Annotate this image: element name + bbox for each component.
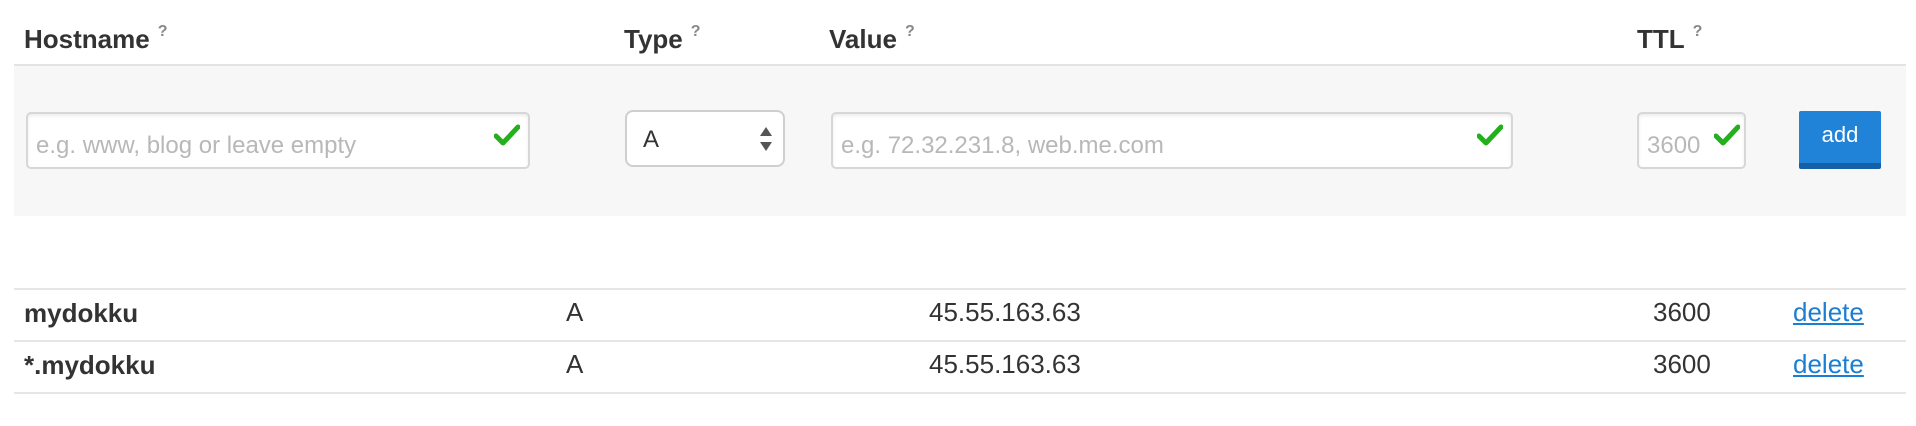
record-type: A (566, 349, 584, 379)
record-value: 45.55.163.63 (929, 349, 1081, 379)
record-type: A (566, 297, 584, 327)
column-header-hostname-label: Hostname (24, 24, 150, 54)
hostname-field (26, 112, 530, 169)
column-header-type-label: Type (624, 24, 683, 54)
add-record-button[interactable]: add (1799, 111, 1881, 169)
dns-records-panel: Hostname? Type? Value? TTL? A ad (0, 0, 1916, 426)
row-divider (14, 288, 1906, 290)
value-help-icon[interactable]: ? (905, 23, 915, 40)
record-value: 45.55.163.63 (929, 297, 1081, 327)
record-ttl: 3600 (1653, 297, 1711, 327)
type-help-icon[interactable]: ? (691, 23, 701, 40)
column-header-value: Value? (829, 23, 915, 55)
hostname-valid-check-icon (494, 124, 520, 146)
column-header-ttl: TTL? (1637, 23, 1703, 55)
column-header-ttl-label: TTL (1637, 24, 1685, 54)
ttl-help-icon[interactable]: ? (1693, 23, 1703, 40)
record-hostname: mydokku (24, 298, 139, 328)
column-header-type: Type? (624, 23, 701, 55)
delete-record-link[interactable]: delete (1793, 349, 1864, 380)
hostname-help-icon[interactable]: ? (158, 23, 168, 40)
ttl-field (1637, 112, 1746, 169)
record-ttl: 3600 (1653, 349, 1711, 379)
value-input[interactable] (833, 114, 1511, 167)
row-divider (14, 392, 1906, 394)
record-hostname: *.mydokku (24, 350, 156, 380)
column-header-hostname: Hostname? (24, 23, 168, 55)
column-header-value-label: Value (829, 24, 897, 54)
type-select[interactable]: A (625, 110, 785, 167)
value-field (831, 112, 1513, 169)
delete-record-link[interactable]: delete (1793, 297, 1864, 328)
select-arrows-icon (760, 127, 772, 151)
row-divider (14, 340, 1906, 342)
value-valid-check-icon (1477, 124, 1503, 146)
hostname-input[interactable] (28, 114, 528, 167)
ttl-valid-check-icon (1714, 124, 1740, 146)
type-select-value: A (643, 126, 660, 153)
